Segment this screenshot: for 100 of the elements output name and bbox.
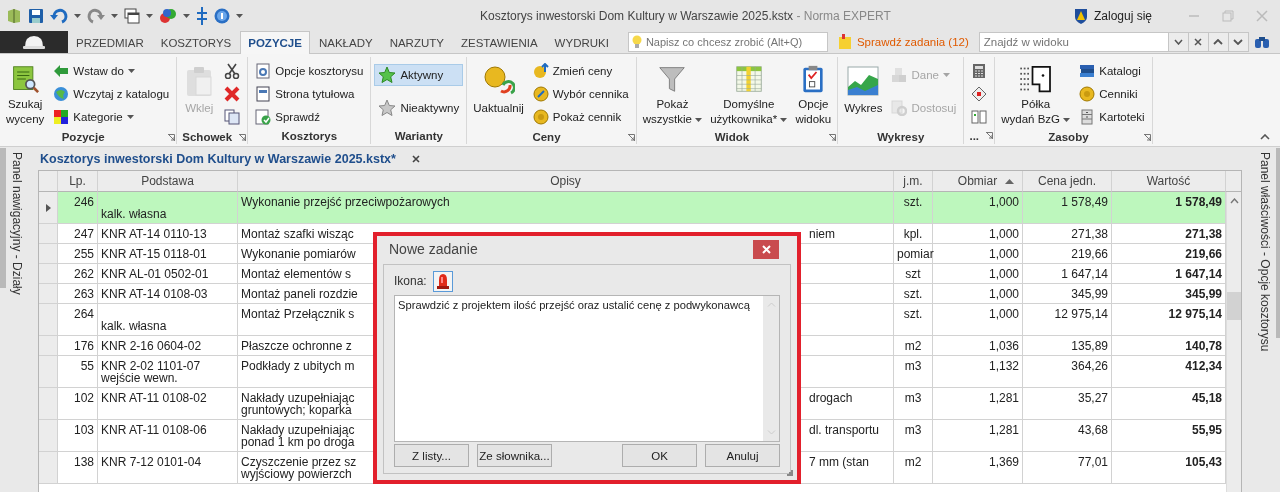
ribbon-button[interactable]: Opcje widoku — [792, 60, 835, 130]
ribbon-button[interactable]: Nieaktywny — [374, 97, 464, 119]
table-row[interactable]: 246 kalk. własna Wykonanie przejść przeciwpożarowych szt. 1,000 1 578,49 1 578,49 — [39, 192, 1226, 224]
collapse-ribbon-button[interactable] — [1260, 134, 1270, 140]
ribbon-button[interactable]: Wykres — [841, 60, 886, 130]
ribbon-button[interactable]: Aktywny — [374, 64, 464, 86]
ribbon-tab[interactable]: NAKŁADY — [310, 31, 381, 53]
find-field[interactable]: Znajdź w widoku — [978, 32, 1169, 52]
dialog-button[interactable]: Anuluj — [705, 444, 780, 467]
ribbon-tab[interactable]: WYDRUKI — [546, 31, 617, 53]
column-header[interactable]: j.m. — [894, 171, 933, 192]
column-header[interactable]: Obmiar — [933, 171, 1023, 192]
scrollbar[interactable] — [1226, 192, 1241, 492]
previous-button[interactable] — [1208, 32, 1229, 52]
dialog-button[interactable]: Z listy... — [394, 444, 469, 467]
table-cell-text: KNR 2-02 1101-07 wejście wewn. — [101, 360, 202, 384]
launcher-icon — [168, 134, 176, 141]
gear-icon — [891, 100, 908, 116]
dialog-launcher-button[interactable] — [986, 132, 994, 139]
navigation-panel-tab[interactable]: Panel nawigacyjny - Działy — [10, 148, 24, 492]
cubes-icon — [891, 67, 908, 83]
caret-icon — [127, 69, 135, 73]
column-header[interactable]: Cena jedn. — [1023, 171, 1112, 192]
undo-icon — [50, 7, 68, 24]
dialog-launcher-button[interactable] — [1143, 134, 1151, 141]
ribbon-button[interactable]: Domyślne użytkownika* — [707, 60, 791, 130]
icon-picker-button[interactable] — [432, 270, 453, 292]
table-cell-text: KNR AT-11 0108-02 — [101, 392, 208, 404]
scroll-thumb[interactable] — [1227, 292, 1241, 320]
caret-icon — [780, 117, 788, 122]
column-header[interactable]: Opisy — [238, 171, 894, 192]
ribbon-button[interactable]: Strona tytułowa — [251, 83, 368, 105]
caret-icon — [183, 13, 190, 18]
copy-icon — [224, 109, 241, 125]
ribbon-button[interactable]: Katalogi — [1075, 60, 1149, 82]
ribbon-button[interactable]: Półka wydań BzG — [998, 60, 1074, 130]
column-header[interactable]: Wartość — [1112, 171, 1226, 192]
task-text-field[interactable]: Sprawdzić z projektem ilość przejść oraz ustalić cenę z podwykonawcą — [394, 295, 780, 442]
login-button[interactable]: Zaloguj się — [1067, 6, 1158, 25]
ribbon-button[interactable]: Pokaż cennik — [528, 106, 633, 128]
column-header[interactable]: Lp. — [58, 171, 98, 192]
binoculars-button[interactable] — [1254, 35, 1270, 49]
ribbon-button[interactable]: Cenniki — [1075, 83, 1149, 105]
ribbon-button[interactable]: Pokaż wszystkie — [639, 60, 706, 130]
chart-icon — [847, 65, 880, 97]
ribbon-tab[interactable]: NARZUTY — [381, 31, 452, 53]
clear-button[interactable] — [1188, 32, 1209, 52]
ribbon-button[interactable]: Wstaw do — [49, 60, 174, 82]
tell-me-field[interactable]: Napisz co chcesz zrobić (Alt+Q) — [627, 32, 828, 52]
table-cell-text: KNR AT-14 0108-03 — [101, 288, 209, 300]
dialog-button[interactable]: OK — [622, 444, 697, 467]
next-button[interactable] — [1228, 32, 1249, 52]
close-icon — [411, 155, 420, 163]
row-header[interactable] — [39, 192, 58, 224]
ribbon-button[interactable]: Wczytaj z katalogu — [49, 83, 174, 105]
ribbon-button[interactable]: Sprawdź — [251, 106, 368, 128]
scrollbar[interactable] — [763, 296, 779, 441]
table-cell: 138 — [58, 452, 98, 484]
table-cell: Podkłady z ubitych m — [241, 360, 355, 372]
app-name: - Norma EXPERT — [796, 8, 891, 23]
ribbon-button[interactable]: Uaktualnij — [470, 60, 527, 130]
group-label: Warianty — [394, 130, 443, 142]
ribbon-button[interactable]: Kartoteki — [1075, 106, 1149, 128]
shield-icon — [1073, 7, 1088, 24]
group-label: Wykresy — [877, 131, 925, 143]
ribbon-button[interactable]: Szukaj wyceny — [3, 60, 48, 130]
dialog-button[interactable]: Ze słownika... — [477, 444, 552, 467]
ribbon-button[interactable]: Kategorie — [49, 106, 174, 128]
dropdown-button[interactable] — [1168, 32, 1189, 52]
dialog-launcher-button[interactable] — [239, 134, 247, 141]
launcher-icon — [829, 134, 837, 141]
dialog-launcher-button[interactable] — [627, 134, 635, 141]
calculator-icon — [971, 63, 988, 79]
ribbon-button[interactable]: Opcje kosztorysu — [251, 60, 368, 82]
group-label: Kosztorys — [281, 130, 338, 142]
ribbon-tab[interactable]: POZYCJE — [240, 31, 310, 54]
table-cell: 1,369 — [933, 452, 1023, 484]
close-button[interactable] — [753, 239, 779, 259]
ribbon-button[interactable]: Wybór cennika — [528, 83, 633, 105]
close-icon — [1256, 9, 1268, 22]
dialog-launcher-button[interactable] — [168, 134, 176, 141]
icon-label: Ikona: — [394, 274, 427, 288]
dialog-title: Nowe zadanie — [389, 241, 479, 257]
document-tab[interactable]: Kosztorys inwestorski Dom Kultury w Warszawie 2025.kstx* — [38, 152, 400, 166]
app-menu-button[interactable] — [0, 31, 68, 53]
ribbon-tab[interactable]: KOSZTORYS — [152, 31, 240, 53]
ribbon-button[interactable]: Zmień ceny — [528, 60, 633, 82]
star-icon — [378, 99, 397, 117]
table-cell: niem — [809, 228, 835, 240]
resize-grip-icon — [787, 470, 793, 476]
properties-panel-tab[interactable]: Panel właściwości - Opcje kosztorysu — [1258, 148, 1272, 492]
dialog-launcher-button[interactable] — [829, 134, 837, 141]
settings-page-icon — [255, 63, 272, 79]
coin-arrows-icon — [532, 63, 549, 79]
ribbon-tab[interactable]: PRZEDMIAR — [68, 31, 152, 53]
column-header[interactable]: Podstawa — [98, 171, 238, 192]
table-cell: 7 mm (stan — [809, 456, 869, 468]
table-cell-text: KNR AT-14 0110-13 — [101, 228, 208, 240]
ribbon-tab[interactable]: ZESTAWIENIA — [452, 31, 546, 53]
close-tab-button[interactable] — [411, 155, 420, 163]
